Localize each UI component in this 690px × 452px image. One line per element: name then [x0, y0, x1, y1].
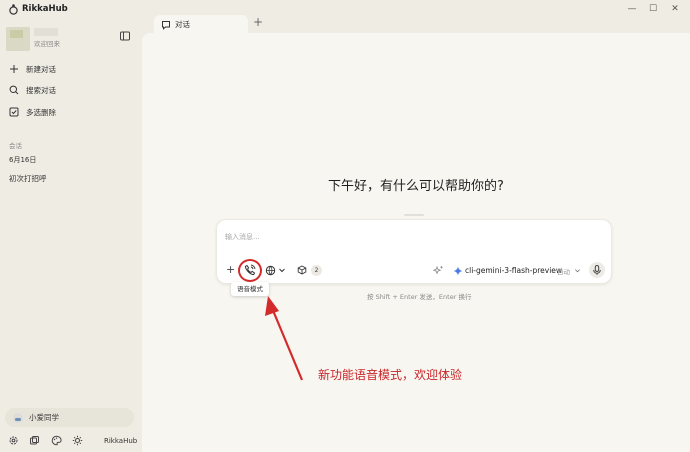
tab-chat-label: 对话	[175, 20, 190, 29]
assistant-name: 小爱同学	[29, 413, 59, 422]
welcome-text: 欢迎回来	[34, 40, 60, 48]
sparkle-icon[interactable]	[433, 265, 444, 276]
send-hint-text: 按 Shift + Enter 发送，Enter 换行	[367, 293, 472, 301]
multi-delete-button[interactable]: 多选删除	[8, 105, 56, 119]
user-name-redacted	[34, 28, 58, 36]
voice-mode-highlight-circle	[238, 259, 262, 282]
search-chat-label: 搜索对话	[26, 85, 56, 95]
sidebar: 欢迎回来 新建对话 搜索对话 多选删除 会话 6月16日 初次打招呼 小爱同学	[0, 18, 141, 452]
sidebar-brand: RikkaHub	[104, 437, 138, 445]
chevron-down-icon	[279, 268, 285, 273]
greeting-text: 下午好，有什么可以帮助你的?	[328, 179, 504, 194]
add-tab-button[interactable]: +	[253, 15, 263, 29]
annotation-text: 新功能语音模式，欢迎体验	[318, 368, 463, 382]
maximize-button[interactable]: ☐	[646, 2, 660, 16]
attach-plus-button[interactable]: +	[226, 262, 235, 276]
title-bar: RikkaHub — ☐ ✕	[0, 0, 690, 18]
model-mode-label[interactable]: 自动	[557, 266, 570, 276]
tab-chat[interactable]: 对话	[154, 15, 248, 34]
date-group-label: 6月16日	[9, 156, 37, 164]
minimize-button[interactable]: —	[625, 2, 639, 16]
model-name[interactable]: cli-gemini-3-flash-preview	[465, 266, 562, 275]
new-chat-label: 新建对话	[26, 64, 56, 74]
user-avatar[interactable]	[6, 27, 30, 51]
chat-bubble-icon	[161, 20, 171, 30]
assistant-selector[interactable]: 小爱同学	[5, 408, 134, 427]
settings-icon[interactable]	[8, 435, 19, 446]
microphone-button[interactable]	[589, 262, 605, 278]
globe-icon	[265, 265, 276, 275]
new-chat-button[interactable]: 新建对话	[8, 62, 56, 76]
gemini-star-icon	[453, 266, 463, 276]
plus-icon	[8, 63, 20, 75]
resize-handle[interactable]	[404, 214, 424, 216]
section-label-conversations: 会话	[9, 142, 22, 150]
microphone-icon	[593, 265, 601, 275]
multi-delete-label: 多选删除	[26, 107, 56, 117]
sun-icon[interactable]	[72, 435, 83, 446]
checkbox-icon	[8, 106, 20, 118]
mcp-tools-button[interactable]: 2	[297, 263, 322, 277]
app-title: RikkaHub	[22, 4, 68, 14]
palette-icon[interactable]	[51, 435, 62, 446]
message-input[interactable]	[225, 230, 595, 244]
model-chevron-down-icon[interactable]	[574, 267, 581, 274]
app-logo-icon	[9, 4, 18, 15]
sidebar-collapse-icon[interactable]	[119, 30, 131, 42]
voice-mode-tooltip: 语音模式	[231, 282, 269, 296]
mcp-count-badge: 2	[311, 264, 322, 276]
assistant-avatar	[13, 412, 23, 423]
search-icon	[8, 84, 20, 96]
layers-icon[interactable]	[29, 435, 40, 446]
search-mode-toggle[interactable]	[265, 263, 286, 277]
close-button[interactable]: ✕	[668, 2, 682, 16]
search-chat-button[interactable]: 搜索对话	[8, 83, 56, 97]
cube-icon	[297, 265, 307, 275]
